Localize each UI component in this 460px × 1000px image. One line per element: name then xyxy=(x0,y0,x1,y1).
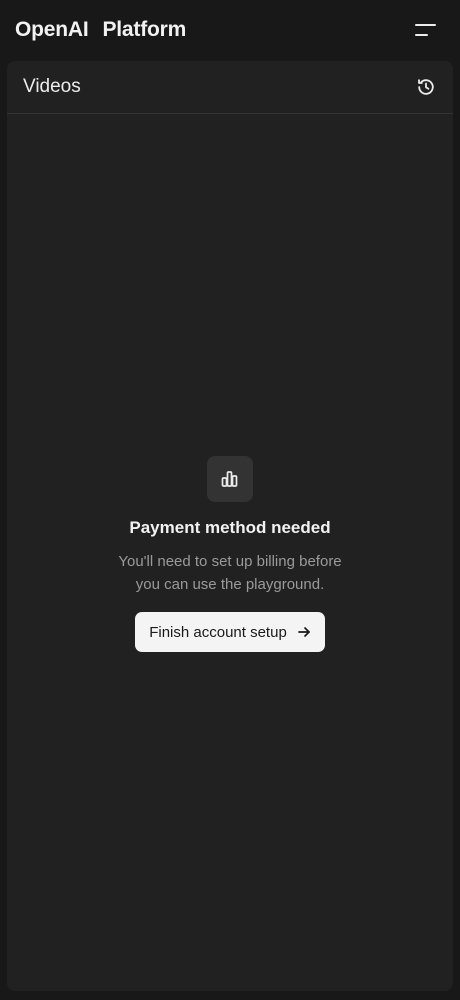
finish-account-setup-button[interactable]: Finish account setup xyxy=(135,612,325,652)
history-icon xyxy=(418,79,434,95)
brand-secondary: Platform xyxy=(102,18,187,41)
finish-account-setup-label: Finish account setup xyxy=(149,623,287,641)
empty-state-icon-tile xyxy=(207,456,253,502)
arrow-right-icon xyxy=(297,627,310,637)
top-bar: OpenAI Platform xyxy=(0,0,460,60)
empty-state-title: Payment method needed xyxy=(129,518,331,537)
panel-header: Videos xyxy=(7,61,453,114)
history-button[interactable] xyxy=(415,76,437,98)
empty-state-description: You'll need to set up billing before you… xyxy=(118,553,342,593)
brand-logo[interactable]: OpenAI Platform xyxy=(15,18,186,42)
menu-button[interactable] xyxy=(414,18,438,42)
empty-state: Payment method needed You'll need to set… xyxy=(7,456,453,652)
panel-title: Videos xyxy=(23,76,81,97)
videos-panel: Videos Payment method needed You'll need… xyxy=(7,61,453,991)
menu-icon xyxy=(415,24,436,36)
brand-primary: OpenAI xyxy=(15,18,89,41)
bar-chart-icon xyxy=(221,471,238,487)
